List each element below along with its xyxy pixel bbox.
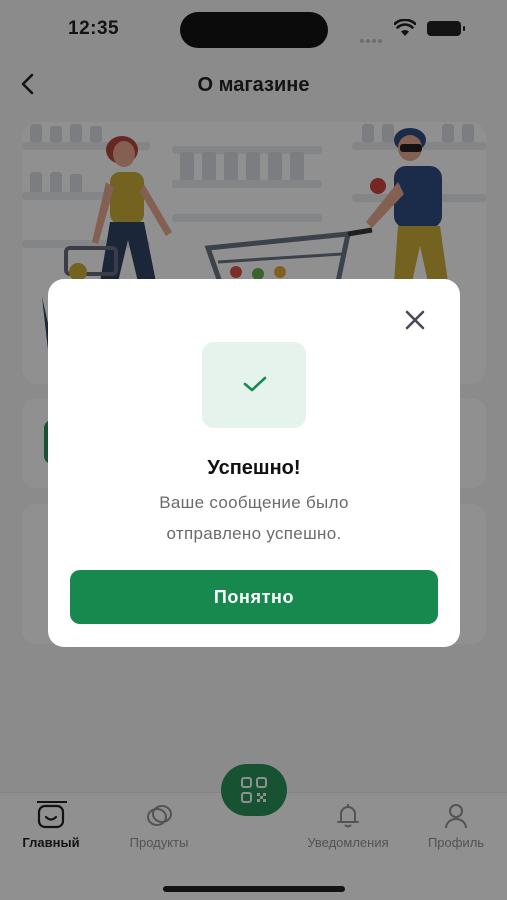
dialog-title: Успешно! [207, 457, 301, 479]
success-dialog: Успешно! Ваше сообщение было отправлено … [48, 279, 460, 647]
success-badge [202, 342, 306, 428]
close-button[interactable] [402, 307, 428, 333]
dialog-message-line: отправлено успешно. [166, 524, 342, 543]
close-icon [405, 310, 425, 330]
dialog-message: Ваше сообщение было отправлено успешно. [88, 487, 420, 549]
dialog-message-line: Ваше сообщение было [159, 493, 349, 512]
ok-button[interactable]: Понятно [70, 570, 438, 624]
check-icon [243, 376, 267, 392]
app-screen: 12:35 О магазине Главный Продукты Уведом… [0, 0, 507, 900]
